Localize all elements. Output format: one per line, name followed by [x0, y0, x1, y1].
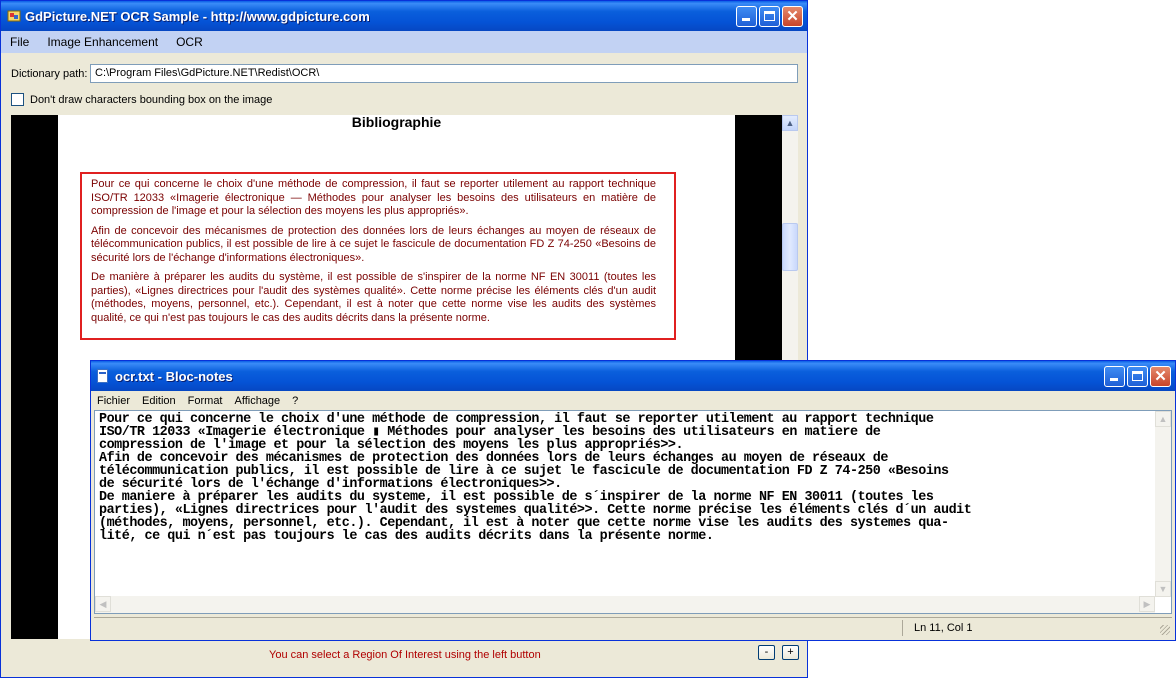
notepad-window: ocr.txt - Bloc-notes ✕ Fichier Edition F… [90, 360, 1176, 641]
menu-image-enhancement[interactable]: Image Enhancement [38, 35, 167, 49]
close-icon: ✕ [786, 8, 799, 25]
document-paragraph: Afin de concevoir des mécanismes de prot… [91, 224, 656, 264]
notepad-text-area[interactable]: Pour ce qui concerne le choix d'une méth… [94, 410, 1172, 614]
notepad-vertical-scrollbar[interactable]: ▲ ▼ [1155, 411, 1171, 597]
app-icon [7, 10, 21, 22]
status-message: You can select a Region Of Interest usin… [269, 649, 541, 661]
scroll-left-icon[interactable]: ◀ [95, 596, 111, 612]
document-paragraph: De manière à préparer les audits du syst… [91, 271, 656, 324]
ocr-text[interactable]: Pour ce qui concerne le choix d'une méth… [95, 411, 1171, 543]
menu-ocr[interactable]: OCR [167, 35, 212, 49]
notepad-minimize-button[interactable] [1104, 366, 1125, 387]
bounding-box-checkbox-label[interactable]: Don't draw characters bounding box on th… [30, 94, 272, 106]
minimize-button[interactable] [736, 6, 757, 27]
zoom-in-button[interactable]: + [782, 645, 799, 660]
dictionary-path-input[interactable]: C:\Program Files\GdPicture.NET\Redist\OC… [90, 64, 798, 83]
cursor-position: Ln 11, Col 1 [914, 622, 973, 634]
notepad-statusbar: Ln 11, Col 1 [94, 617, 1172, 637]
menu-help[interactable]: ? [286, 395, 304, 407]
menu-format[interactable]: Format [182, 395, 229, 407]
maximize-icon [1132, 371, 1143, 381]
scroll-right-icon[interactable]: ▶ [1139, 596, 1155, 612]
document-title: Bibliographie [351, 115, 442, 130]
bounding-box-checkbox[interactable] [11, 93, 24, 106]
scroll-up-icon[interactable]: ▲ [1155, 411, 1171, 427]
maximize-icon [764, 11, 775, 21]
scroll-up-icon[interactable]: ▲ [782, 115, 798, 131]
close-icon: ✕ [1154, 368, 1167, 385]
scroll-down-icon[interactable]: ▼ [1155, 581, 1171, 597]
maximize-button[interactable] [759, 6, 780, 27]
minimize-icon [1110, 378, 1118, 381]
menu-file[interactable]: File [1, 35, 38, 49]
resize-grip-icon[interactable] [1160, 625, 1170, 635]
notepad-title: ocr.txt - Bloc-notes [115, 369, 233, 384]
region-of-interest[interactable]: Pour ce qui concerne le choix d'une méth… [80, 172, 676, 340]
notepad-close-button[interactable]: ✕ [1150, 366, 1171, 387]
menu-edition[interactable]: Edition [136, 395, 182, 407]
scroll-thumb[interactable] [782, 223, 798, 271]
status-separator [902, 620, 903, 636]
notepad-horizontal-scrollbar[interactable]: ◀ ▶ [95, 596, 1155, 613]
main-window-title: GdPicture.NET OCR Sample - http://www.gd… [25, 9, 370, 24]
document-paragraph: Pour ce qui concerne le choix d'une méth… [91, 178, 656, 217]
menu-fichier[interactable]: Fichier [91, 395, 136, 407]
zoom-out-button[interactable]: - [758, 645, 775, 660]
main-menubar: File Image Enhancement OCR [1, 31, 807, 53]
notepad-titlebar[interactable]: ocr.txt - Bloc-notes ✕ [91, 361, 1175, 391]
main-titlebar[interactable]: GdPicture.NET OCR Sample - http://www.gd… [1, 1, 807, 31]
minimize-icon [742, 18, 750, 21]
dictionary-path-label: Dictionary path: [11, 68, 88, 80]
notepad-icon [97, 369, 108, 383]
notepad-menubar: Fichier Edition Format Affichage ? [91, 391, 1175, 410]
menu-affichage[interactable]: Affichage [229, 395, 287, 407]
notepad-maximize-button[interactable] [1127, 366, 1148, 387]
close-button[interactable]: ✕ [782, 6, 803, 27]
